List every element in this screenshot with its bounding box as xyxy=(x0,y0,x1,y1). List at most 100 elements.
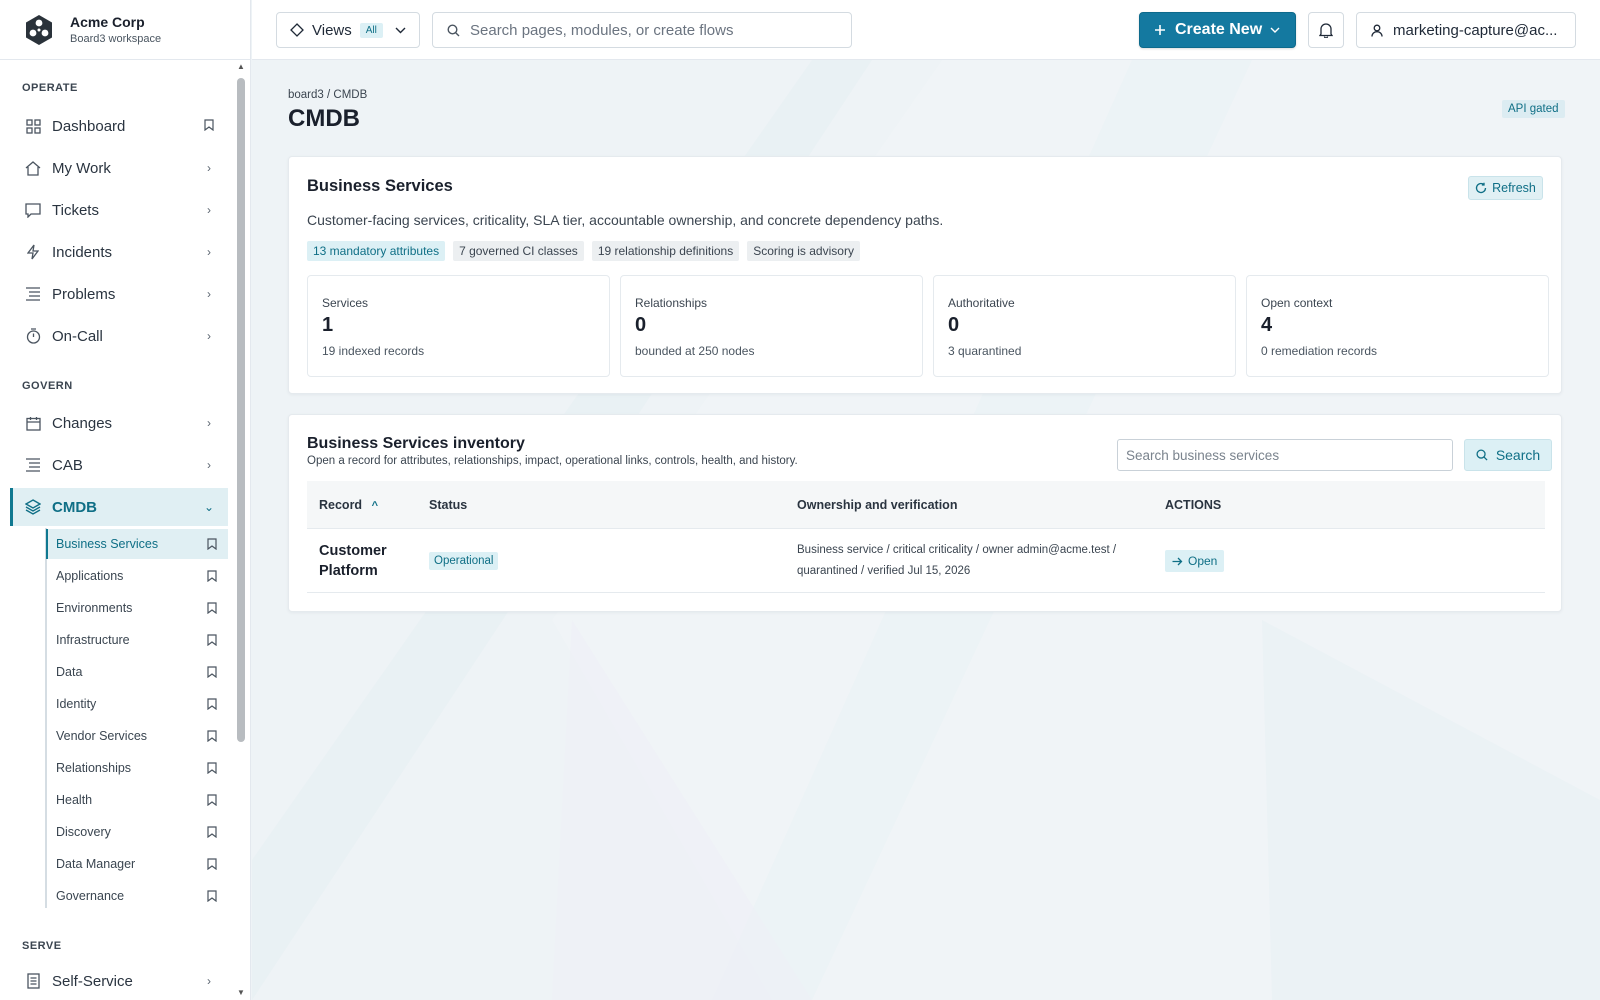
stat-subtext: bounded at 250 nodes xyxy=(635,344,755,358)
sidebar-subitem-data-manager[interactable]: Data Manager xyxy=(46,849,228,879)
card-title: Business Services xyxy=(307,177,453,195)
layers-icon xyxy=(24,498,42,516)
bookmark-icon[interactable] xyxy=(204,826,220,838)
user-menu[interactable]: marketing-capture@ac... xyxy=(1356,12,1576,48)
bookmark-icon[interactable] xyxy=(204,698,220,710)
bookmark-icon[interactable] xyxy=(204,666,220,678)
bookmark-icon[interactable] xyxy=(204,762,220,774)
brand-header[interactable]: Acme Corp Board3 workspace xyxy=(0,0,250,60)
views-dropdown[interactable]: Views All xyxy=(276,12,420,48)
sidebar-item-my-work[interactable]: My Work › xyxy=(10,149,228,187)
stat-subtext: 19 indexed records xyxy=(322,344,425,358)
table-header: Record ^ Status Ownership and verificati… xyxy=(307,481,1545,529)
sidebar-scrollbar[interactable]: ▲ ▼ xyxy=(236,60,246,1000)
sidebar-subitem-applications[interactable]: Applications xyxy=(46,561,228,591)
breadcrumb[interactable]: board3 / CMDB xyxy=(288,89,367,101)
stat-value: 1 xyxy=(322,314,334,336)
sidebar-subitem-environments[interactable]: Environments xyxy=(46,593,228,623)
sidebar-item-label: Problems xyxy=(52,285,116,303)
chevron-right-icon: › xyxy=(207,416,211,430)
views-label: Views xyxy=(312,21,352,39)
sort-ascending-icon: ^ xyxy=(371,500,378,512)
column-header-ownership[interactable]: Ownership and verification xyxy=(797,481,957,529)
sidebar-subitem-label: Identity xyxy=(56,697,97,711)
sidebar-subitem-identity[interactable]: Identity xyxy=(46,689,228,719)
global-search-input[interactable] xyxy=(470,21,830,39)
column-header-status[interactable]: Status xyxy=(429,481,467,529)
sidebar-item-dashboard[interactable]: Dashboard xyxy=(10,107,228,145)
bookmark-icon[interactable] xyxy=(202,118,216,134)
sidebar-item-cmdb[interactable]: CMDB ⌄ xyxy=(10,488,228,526)
bell-icon xyxy=(1319,23,1333,38)
inventory-description: Open a record for attributes, relationsh… xyxy=(307,455,798,467)
global-search[interactable] xyxy=(432,12,852,48)
sidebar-item-on-call[interactable]: On-Call › xyxy=(10,317,228,355)
inventory-search-input[interactable] xyxy=(1117,439,1453,471)
sidebar-item-label: Changes xyxy=(52,414,113,432)
plus-icon xyxy=(1155,25,1165,35)
sidebar-subitem-governance[interactable]: Governance xyxy=(46,881,228,911)
diamond-icon xyxy=(290,23,304,37)
inventory-title: Business Services inventory xyxy=(307,435,525,452)
notifications-button[interactable] xyxy=(1308,12,1344,48)
bookmark-icon[interactable] xyxy=(204,602,220,614)
chevron-right-icon: › xyxy=(207,287,211,301)
sidebar-subitem-vendor-services[interactable]: Vendor Services xyxy=(46,721,228,751)
sidebar-subitem-business-services[interactable]: Business Services xyxy=(46,529,228,559)
sidebar-item-changes[interactable]: Changes › xyxy=(10,404,228,442)
chevron-right-icon: › xyxy=(207,245,211,259)
bookmark-icon[interactable] xyxy=(204,634,220,646)
stat-card-relationships: Relationships 0 bounded at 250 nodes xyxy=(620,275,923,377)
scroll-down-icon[interactable]: ▼ xyxy=(236,988,246,998)
column-header-record[interactable]: Record ^ xyxy=(319,481,378,529)
sidebar-subitem-health[interactable]: Health xyxy=(46,785,228,815)
sidebar-item-self-service[interactable]: Self-Service › xyxy=(10,962,228,1000)
sidebar-item-tickets[interactable]: Tickets › xyxy=(10,191,228,229)
sidebar-subitem-relationships[interactable]: Relationships xyxy=(46,753,228,783)
chevron-right-icon: › xyxy=(207,203,211,217)
stat-label: Services xyxy=(322,296,369,310)
attribute-chip: Scoring is advisory xyxy=(747,241,860,261)
table-row[interactable]: Customer Platform Operational Business ser… xyxy=(307,529,1545,593)
chevron-right-icon: › xyxy=(207,161,211,175)
bookmark-icon[interactable] xyxy=(204,858,220,870)
table-body: Customer Platform Operational Business ser… xyxy=(307,529,1545,593)
inventory-search-button[interactable]: Search xyxy=(1464,439,1552,471)
arrow-right-icon xyxy=(1172,557,1183,565)
chevron-down-icon: ⌄ xyxy=(203,500,215,514)
sidebar-subitem-infrastructure[interactable]: Infrastructure xyxy=(46,625,228,655)
open-record-button[interactable]: Open xyxy=(1165,550,1225,572)
sidebar-item-cab[interactable]: CAB › xyxy=(10,446,228,484)
workspace-name: Board3 workspace xyxy=(70,33,162,45)
list-icon xyxy=(24,456,42,474)
stat-subtext: 0 remediation records xyxy=(1261,344,1378,358)
attribute-chips: 13 mandatory attributes 7 governed CI cla… xyxy=(307,241,860,261)
bookmark-icon[interactable] xyxy=(204,890,220,902)
stat-label: Relationships xyxy=(635,296,708,310)
scrollbar-thumb[interactable] xyxy=(237,78,245,742)
sidebar-item-label: Dashboard xyxy=(52,117,126,135)
chevron-right-icon: › xyxy=(207,974,211,988)
stats-row: Services 1 19 indexed records Relationships… xyxy=(307,275,1549,377)
card-description: Customer-facing services, criticality, S… xyxy=(307,212,944,228)
sidebar-subitem-discovery[interactable]: Discovery xyxy=(46,817,228,847)
sidebar-item-label: On-Call xyxy=(52,327,103,345)
chevron-down-icon xyxy=(1270,27,1280,33)
column-header-actions: ACTIONS xyxy=(1165,498,1222,512)
bookmark-icon[interactable] xyxy=(204,730,220,742)
refresh-button[interactable]: Refresh xyxy=(1468,176,1543,200)
sidebar-subitem-data[interactable]: Data xyxy=(46,657,228,687)
sidebar-item-problems[interactable]: Problems › xyxy=(10,275,228,313)
sidebar-item-label: Tickets xyxy=(52,201,99,219)
bookmark-icon[interactable] xyxy=(204,570,220,582)
chevron-right-icon: › xyxy=(207,329,211,343)
sidebar-subitem-label: Applications xyxy=(56,569,124,583)
scroll-up-icon[interactable]: ▲ xyxy=(236,62,246,72)
sidebar-subitem-label: Environments xyxy=(56,601,133,615)
sidebar-item-incidents[interactable]: Incidents › xyxy=(10,233,228,271)
chat-icon xyxy=(24,201,42,219)
bookmark-icon[interactable] xyxy=(204,794,220,806)
record-name[interactable]: Customer Platform xyxy=(319,541,399,581)
bookmark-icon[interactable] xyxy=(204,538,220,550)
create-new-button[interactable]: Create New xyxy=(1139,12,1296,48)
